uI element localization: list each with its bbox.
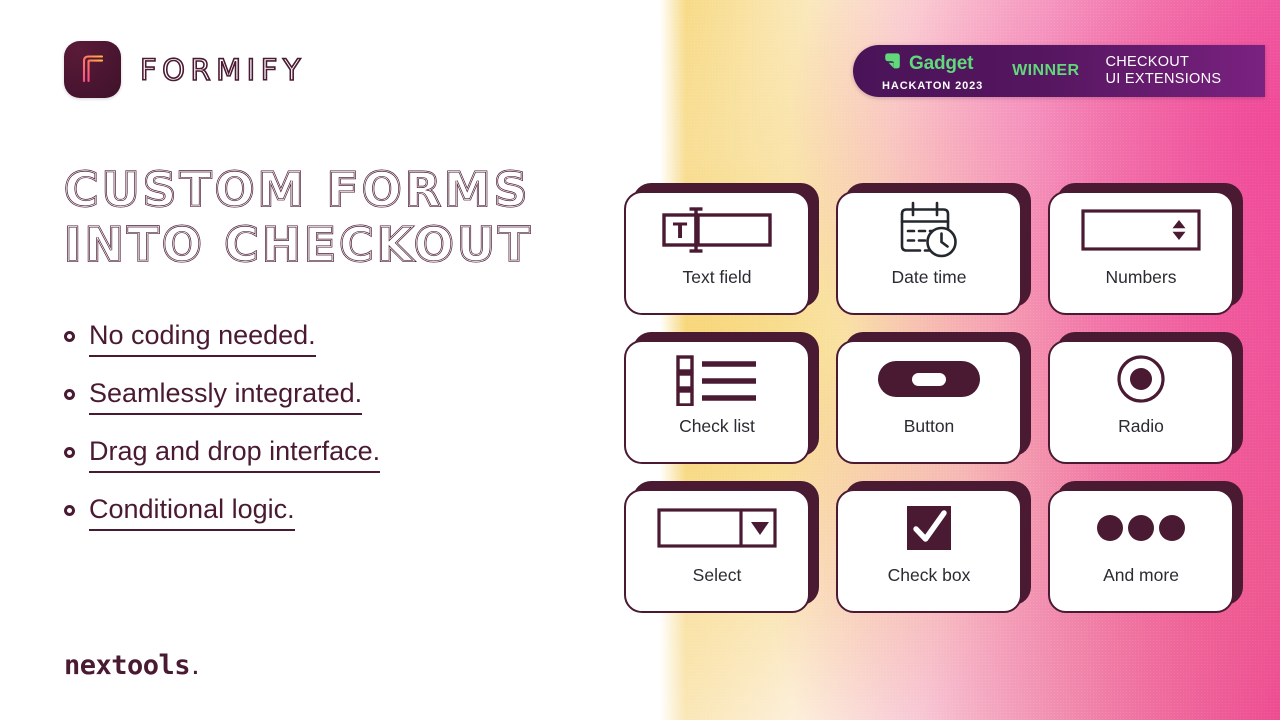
list-item: Drag and drop interface.: [64, 434, 624, 473]
card-check-list[interactable]: Check list: [624, 332, 819, 464]
headline-line-2: Into Checkout: [63, 217, 534, 274]
badge-category-line-1: CHECKOUT: [1105, 54, 1190, 70]
feature-bullet-list: No coding needed. Seamlessly integrated.…: [64, 318, 624, 550]
component-cards-grid: T Text field Date time Numbers Check lis…: [624, 183, 1244, 613]
bullet-label: Drag and drop interface.: [89, 434, 381, 473]
hackathon-label: HACKATON 2023: [882, 79, 984, 92]
badge-gadget-top: Gadget: [882, 51, 983, 77]
formify-f-mark-icon: [64, 41, 121, 98]
badge-category-line-2: UI EXTENSIONS: [1105, 71, 1222, 87]
card-face: Check box: [836, 489, 1022, 613]
bullet-circle-icon: [64, 505, 75, 516]
brand-name: FORMIFY: [139, 52, 307, 88]
card-and-more[interactable]: And more: [1048, 481, 1243, 613]
bullet-circle-icon: [64, 331, 75, 342]
bullet-label: Conditional logic.: [89, 492, 295, 531]
card-face: And more: [1048, 489, 1234, 613]
calendar-clock-icon: [838, 193, 1020, 267]
card-text-field[interactable]: T Text field: [624, 183, 819, 315]
card-face: Radio: [1048, 340, 1234, 464]
card-label: Select: [692, 565, 742, 585]
card-radio[interactable]: Radio: [1048, 332, 1243, 464]
winner-label: WINNER: [1012, 62, 1080, 79]
check-box-icon: [838, 491, 1020, 565]
svg-text:T: T: [673, 219, 688, 243]
gadget-brand-name: Gadget: [909, 53, 974, 74]
gadget-cube-icon: [882, 51, 903, 77]
number-stepper-icon: [1050, 193, 1232, 267]
card-label: Check list: [679, 416, 755, 436]
card-face: Numbers: [1048, 191, 1234, 315]
card-numbers[interactable]: Numbers: [1048, 183, 1243, 315]
award-badge: Gadget HACKATON 2023 WINNER CHECKOUT UI …: [853, 45, 1265, 97]
card-check-box[interactable]: Check box: [836, 481, 1031, 613]
check-list-icon: [626, 342, 808, 416]
button-pill-icon: [838, 342, 1020, 416]
list-item: Seamlessly integrated.: [64, 376, 624, 415]
footer-company-dot: .: [190, 658, 201, 679]
list-item: No coding needed.: [64, 318, 624, 357]
footer-company-logo: nextools.: [64, 650, 201, 681]
list-item: Conditional logic.: [64, 492, 624, 531]
bullet-circle-icon: [64, 447, 75, 458]
card-face: Select: [624, 489, 810, 613]
card-label: Radio: [1118, 416, 1164, 436]
card-face: T Text field: [624, 191, 810, 315]
slide-root: FORMIFY Custom Forms Into Checkout Custo…: [0, 0, 1280, 720]
bullet-label: No coding needed.: [89, 318, 316, 357]
card-label: Date time: [891, 267, 967, 287]
text-field-icon: T: [626, 193, 808, 267]
radio-button-icon: [1050, 342, 1232, 416]
card-label: Button: [903, 416, 955, 436]
headline-line-1: Custom Forms: [63, 162, 531, 219]
card-date-time[interactable]: Date time: [836, 183, 1031, 315]
page-title: Custom Forms Into Checkout: [63, 162, 644, 274]
card-label: And more: [1103, 565, 1179, 585]
card-label: Check box: [887, 565, 971, 585]
footer-company-name: nextools: [64, 650, 191, 681]
brand-logo: FORMIFY: [64, 41, 306, 98]
select-dropdown-icon: [626, 491, 808, 565]
card-label: Numbers: [1105, 267, 1177, 287]
bullet-circle-icon: [64, 389, 75, 400]
bullet-label: Seamlessly integrated.: [89, 376, 363, 415]
badge-category: CHECKOUT UI EXTENSIONS: [1105, 54, 1221, 88]
badge-gadget-block: Gadget HACKATON 2023: [882, 51, 983, 92]
card-label: Text field: [682, 267, 752, 287]
ellipsis-icon: [1050, 491, 1232, 565]
card-face: Button: [836, 340, 1022, 464]
card-button[interactable]: Button: [836, 332, 1031, 464]
card-select[interactable]: Select: [624, 481, 819, 613]
card-face: Check list: [624, 340, 810, 464]
card-face: Date time: [836, 191, 1022, 315]
